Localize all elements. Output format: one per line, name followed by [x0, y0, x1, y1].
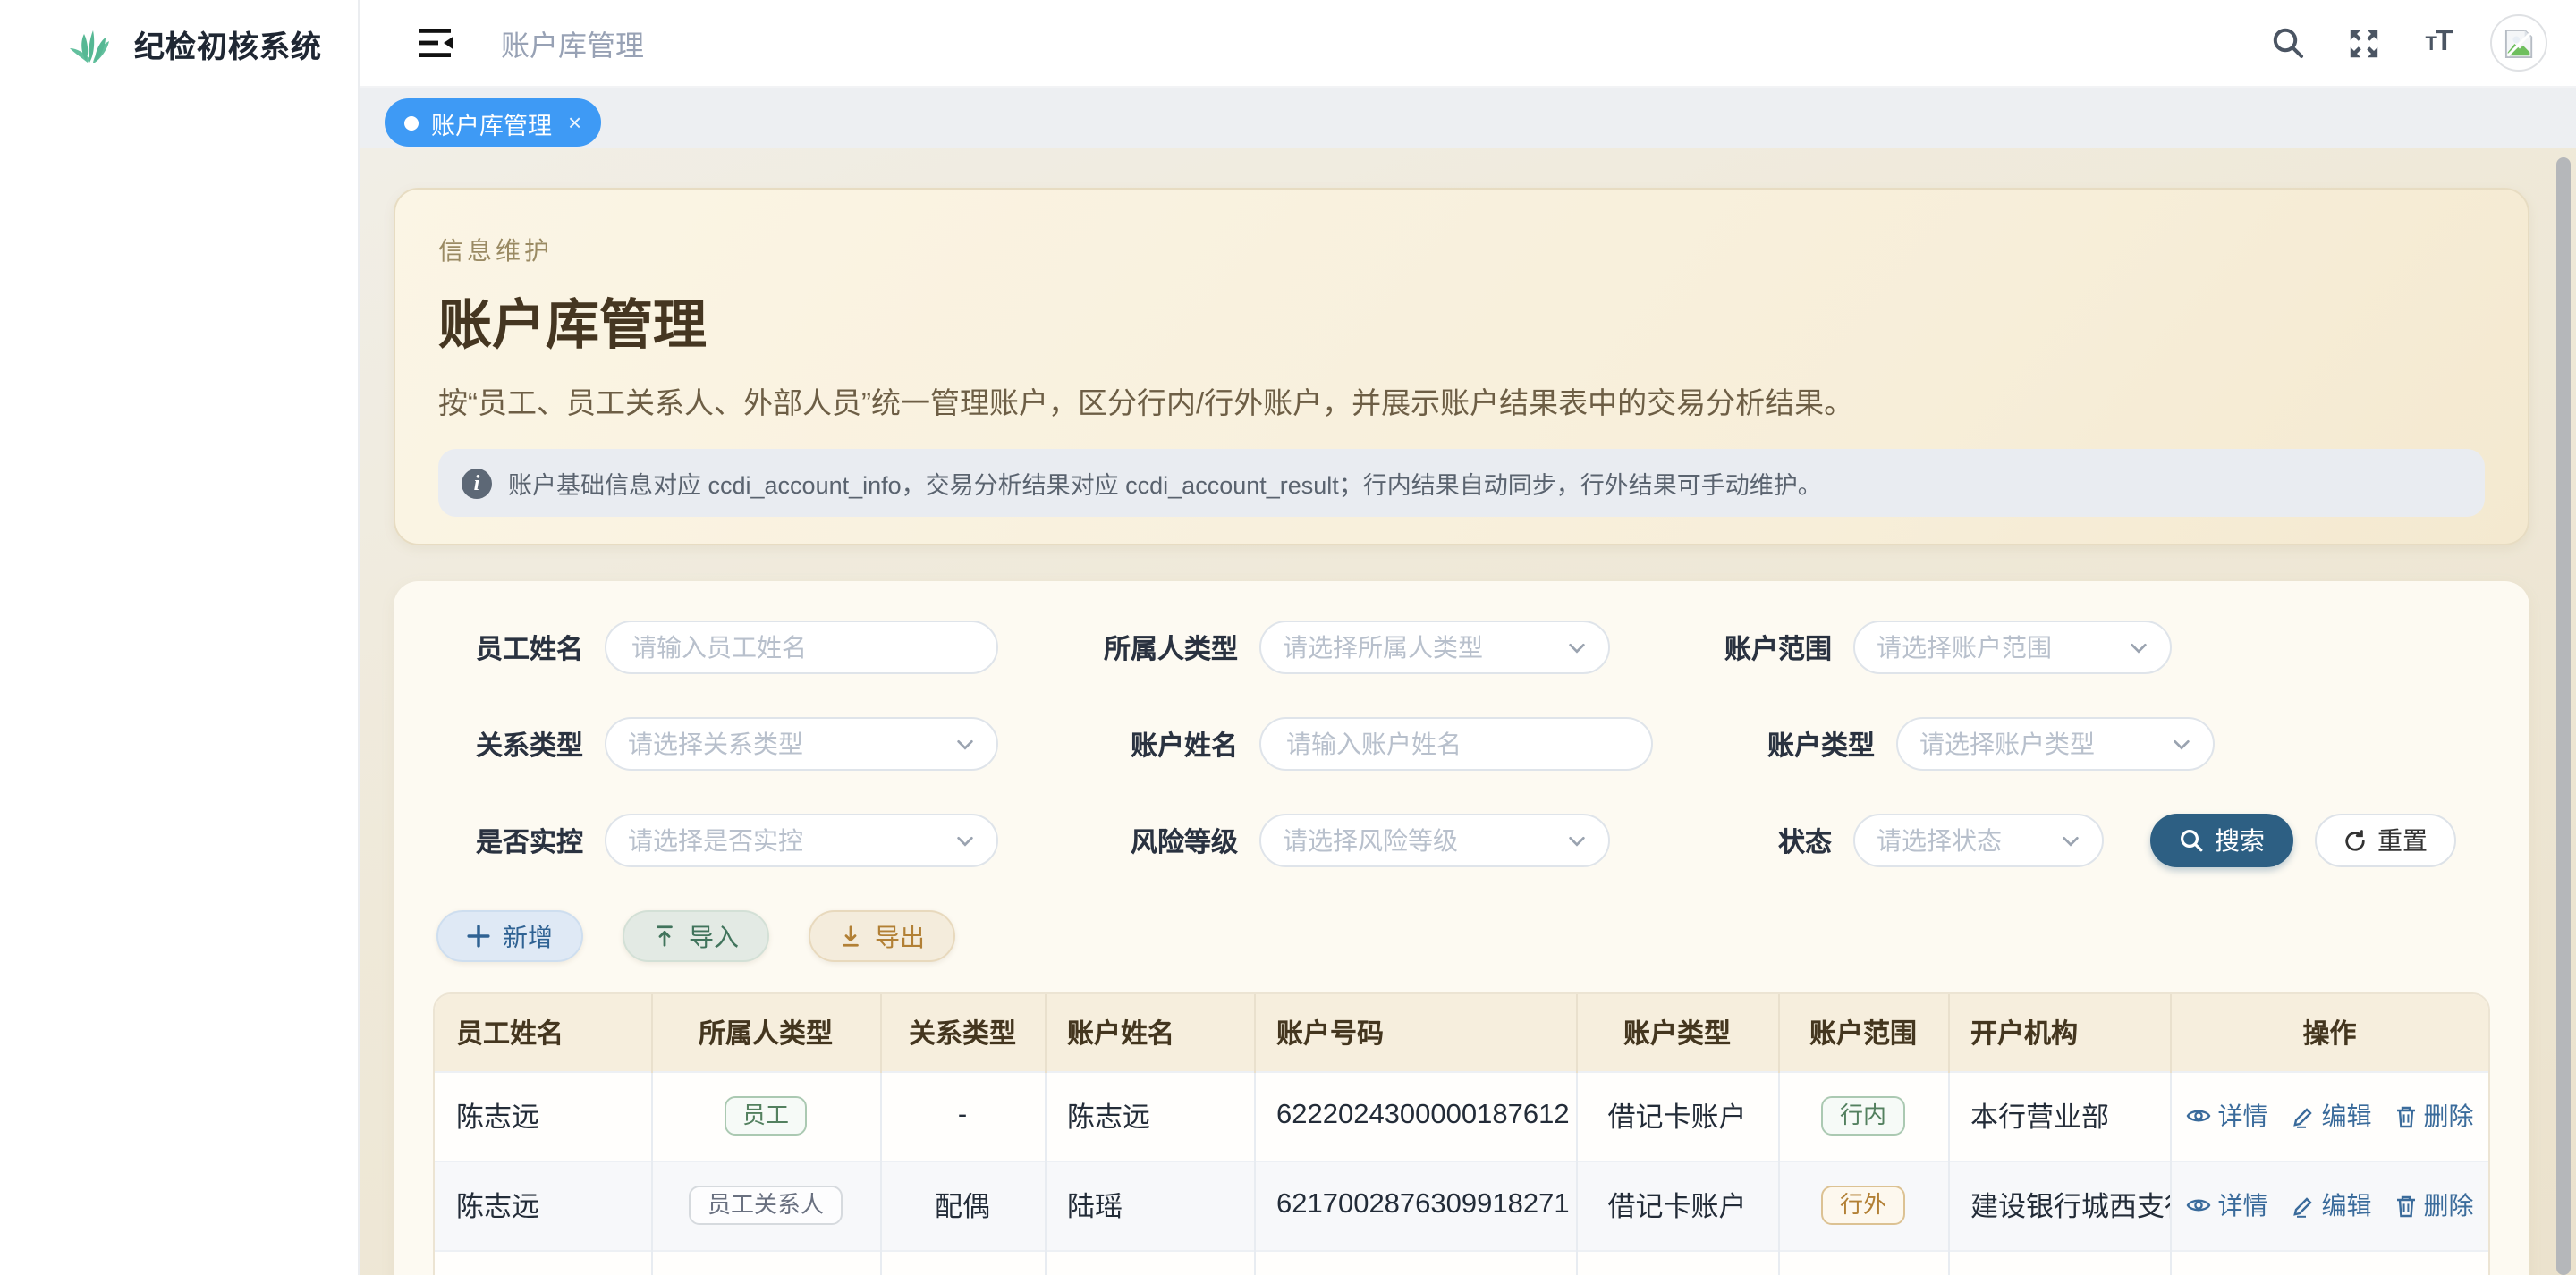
relation-type-select[interactable]: 请选择关系类型 [605, 717, 998, 771]
account-name-input[interactable] [1259, 717, 1653, 771]
hero-eyebrow: 信息维护 [438, 232, 2485, 268]
app-window: 纪检初核系统 账户库管理 [0, 0, 2576, 1275]
info-icon: i [462, 468, 492, 498]
detail-link[interactable]: 详情 [2186, 1098, 2268, 1134]
chevron-down-icon [955, 734, 975, 754]
hero-card: 信息维护 账户库管理 按“员工、员工关系人、外部人员”统一管理账户，区分行内/行… [394, 188, 2529, 545]
tab-bar: 账户库管理 × [358, 88, 2576, 148]
table-header-row: 员工姓名 所属人类型 关系类型 账户姓名 账户号码 账户类型 账户范围 开户机构… [435, 994, 2488, 1071]
search-button[interactable]: 搜索 [2150, 814, 2293, 867]
reset-button[interactable]: 重置 [2315, 814, 2456, 867]
table-row: 陈志远 员工关系人 配偶 陆瑶 6217002876309918271 借记卡账… [435, 1161, 2488, 1250]
table-row: 高嘉宁 员工关系人 父亲 高国平 3100038899226611007 证券账… [435, 1250, 2488, 1275]
col-relation-type: 关系类型 [880, 994, 1045, 1071]
filter-label-risk-level: 风险等级 [1066, 822, 1238, 859]
scope-badge: 行内 [1822, 1096, 1904, 1136]
scope-badge: 行外 [1822, 1186, 1904, 1225]
chevron-down-icon [955, 831, 975, 850]
chevron-down-icon [2061, 831, 2080, 850]
add-button[interactable]: 新增 [436, 910, 583, 962]
top-header: 账户库管理 TT [358, 0, 2576, 88]
col-bank: 开户机构 [1948, 994, 2170, 1071]
app-title: 纪检初核系统 [134, 21, 322, 65]
chevron-down-icon [1567, 831, 1587, 850]
page-title: 账户库管理 [501, 21, 644, 64]
detail-link[interactable]: 详情 [2186, 1187, 2268, 1223]
col-account-scope: 账户范围 [1778, 994, 1948, 1071]
delete-link[interactable]: 删除 [2395, 1098, 2474, 1134]
active-dot-icon [404, 115, 419, 130]
info-banner: i 账户基础信息对应 ccdi_account_info，交易分析结果对应 cc… [438, 449, 2485, 517]
col-owner-type: 所属人类型 [651, 994, 880, 1071]
tab-account-library[interactable]: 账户库管理 × [385, 98, 601, 147]
owner-type-badge: 员工 [724, 1096, 807, 1136]
account-type-select[interactable]: 请选择账户类型 [1896, 717, 2215, 771]
status-select[interactable]: 请选择状态 [1853, 814, 2104, 867]
filter-label-account-type: 账户类型 [1732, 725, 1875, 763]
col-account-type: 账户类型 [1576, 994, 1778, 1071]
delete-link[interactable]: 删除 [2395, 1187, 2474, 1223]
app-logo: 纪检初核系统 [0, 0, 358, 86]
vertical-scrollbar[interactable] [2556, 157, 2571, 1275]
table-toolbar: 新增 导入 导出 [436, 910, 2490, 962]
filter-label-account-name: 账户姓名 [1066, 725, 1238, 763]
hero-title: 账户库管理 [438, 281, 2485, 359]
owner-type-select[interactable]: 请选择所属人类型 [1259, 621, 1610, 674]
col-actions: 操作 [2170, 994, 2488, 1071]
risk-level-select[interactable]: 请选择风险等级 [1259, 814, 1610, 867]
sidebar: 纪检初核系统 [0, 0, 360, 1275]
accounts-table: 员工姓名 所属人类型 关系类型 账户姓名 账户号码 账户类型 账户范围 开户机构… [433, 992, 2490, 1275]
tab-close-icon[interactable]: × [568, 109, 581, 136]
font-size-icon[interactable]: TT [2419, 23, 2458, 63]
main-content: 信息维护 账户库管理 按“员工、员工关系人、外部人员”统一管理账户，区分行内/行… [358, 148, 2576, 1275]
account-scope-select[interactable]: 请选择账户范围 [1853, 621, 2172, 674]
col-account-number: 账户号码 [1254, 994, 1576, 1071]
avatar[interactable] [2490, 14, 2547, 72]
filter-label-employee-name: 员工姓名 [433, 629, 583, 666]
filter-card: 员工姓名 所属人类型 请选择所属人类型 账户范围 [394, 581, 2529, 1275]
info-text: 账户基础信息对应 ccdi_account_info，交易分析结果对应 ccdi… [508, 465, 1822, 501]
col-employee-name: 员工姓名 [435, 994, 651, 1071]
employee-name-input[interactable] [605, 621, 998, 674]
edit-link[interactable]: 编辑 [2292, 1187, 2372, 1223]
fullscreen-icon[interactable] [2343, 23, 2383, 63]
filter-label-account-scope: 账户范围 [1689, 629, 1832, 666]
menu-fold-icon[interactable] [419, 27, 454, 59]
col-account-name: 账户姓名 [1045, 994, 1254, 1071]
filter-label-status: 状态 [1689, 822, 1832, 859]
chevron-down-icon [2129, 638, 2148, 657]
actual-control-select[interactable]: 请选择是否实控 [605, 814, 998, 867]
search-icon[interactable] [2268, 23, 2308, 63]
owner-type-badge: 员工关系人 [690, 1186, 842, 1225]
filter-label-actual-control: 是否实控 [433, 822, 583, 859]
import-button[interactable]: 导入 [623, 910, 769, 962]
export-button[interactable]: 导出 [809, 910, 955, 962]
edit-link[interactable]: 编辑 [2292, 1098, 2372, 1134]
plant-logo-icon [64, 16, 118, 70]
filter-label-relation-type: 关系类型 [433, 725, 583, 763]
hero-subtitle: 按“员工、员工关系人、外部人员”统一管理账户，区分行内/行外账户，并展示账户结果… [438, 379, 2485, 422]
chevron-down-icon [1567, 638, 1587, 657]
table-row: 陈志远 员工 - 陈志远 6222024300000187612 借记卡账户 行… [435, 1071, 2488, 1161]
filter-label-owner-type: 所属人类型 [1066, 629, 1238, 666]
chevron-down-icon [2172, 734, 2191, 754]
